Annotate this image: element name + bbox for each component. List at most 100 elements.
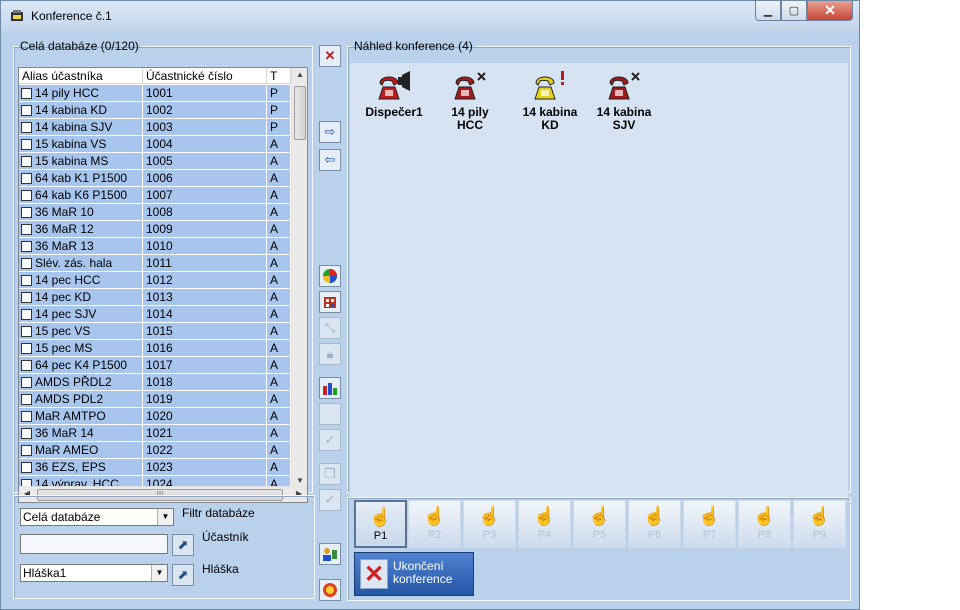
table-row[interactable]: 36 MaR 13 1010 A [19, 238, 295, 255]
column-number[interactable]: Účastnické číslo [143, 68, 267, 84]
preview-group-label: Náhled konference (4) [354, 39, 473, 53]
scroll-down-icon[interactable]: ▼ [292, 476, 307, 485]
preset-tab-p3[interactable]: ☝ P3 [463, 500, 516, 548]
table-row[interactable]: 15 pec MS 1016 A [19, 340, 295, 357]
row-alias-cell: 14 kabina KD [19, 102, 143, 118]
table-row[interactable]: 14 pec KD 1013 A [19, 289, 295, 306]
vertical-scroll-thumb[interactable] [294, 86, 306, 140]
row-checkbox[interactable] [21, 461, 32, 473]
conference-participant[interactable]: 14 kabina KD [510, 69, 590, 132]
expand-icon: ⤡ [324, 320, 336, 335]
row-checkbox[interactable] [21, 189, 32, 201]
participant-list[interactable]: Alias účastníka Účastnické číslo T I 14 … [18, 67, 308, 503]
participant-input[interactable] [20, 534, 168, 554]
row-checkbox[interactable] [21, 359, 32, 371]
preset-tab-p6[interactable]: ☝ P6 [628, 500, 681, 548]
conference-participant[interactable]: 14 pily HCC [430, 69, 510, 132]
row-checkbox[interactable] [21, 87, 32, 99]
table-row[interactable]: MaR AMEO 1022 A [19, 442, 295, 459]
table-row[interactable]: MaR AMTPO 1020 A [19, 408, 295, 425]
preset-tab-p1[interactable]: ☝ P1 [354, 500, 407, 548]
preset-tab-p5[interactable]: ☝ P5 [573, 500, 626, 548]
confirm-button[interactable]: ✓ [319, 429, 341, 451]
table-row[interactable]: 15 kabina MS 1005 A [19, 153, 295, 170]
add-to-conference-button[interactable]: ⇨ [319, 121, 341, 143]
blank-button[interactable] [319, 403, 341, 425]
row-checkbox[interactable] [21, 172, 32, 184]
table-row[interactable]: 64 kab K6 P1500 1007 A [19, 187, 295, 204]
conference-participant[interactable]: 14 kabina SJV [584, 69, 664, 132]
copy-button[interactable]: ❐ [319, 463, 341, 485]
end-conference-button[interactable]: ✕ Ukončení konference [354, 552, 474, 596]
table-row[interactable]: 14 pec SJV 1014 A [19, 306, 295, 323]
remove-from-conference-button[interactable]: ⇦ [319, 149, 341, 171]
minimize-button[interactable]: ▁ [755, 1, 781, 21]
preset-tab-p7[interactable]: ☝ P7 [683, 500, 736, 548]
scroll-up-icon[interactable]: ▲ [292, 70, 307, 79]
table-row[interactable]: 64 kab K1 P1500 1006 A [19, 170, 295, 187]
row-checkbox[interactable] [21, 444, 32, 456]
table-row[interactable]: 36 MaR 14 1021 A [19, 425, 295, 442]
row-alias-cell: Slév. zás. hala [19, 255, 143, 271]
table-row[interactable]: Slév. zás. hala 1011 A [19, 255, 295, 272]
table-row[interactable]: 15 pec VS 1015 A [19, 323, 295, 340]
row-checkbox[interactable] [21, 308, 32, 320]
chevron-down-icon[interactable]: ▼ [151, 565, 167, 581]
row-checkbox[interactable] [21, 274, 32, 286]
conference-participant[interactable]: Dispečer1 [354, 69, 434, 119]
row-checkbox[interactable] [21, 342, 32, 354]
row-checkbox[interactable] [21, 104, 32, 116]
close-button[interactable]: ✕ [807, 1, 853, 21]
participant-card-button[interactable] [319, 543, 341, 565]
table-row[interactable]: 36 MaR 10 1008 A [19, 204, 295, 221]
table-row[interactable]: 14 pec HCC 1012 A [19, 272, 295, 289]
row-checkbox[interactable] [21, 206, 32, 218]
table-row[interactable]: 14 kabina SJV 1003 P [19, 119, 295, 136]
row-checkbox[interactable] [21, 121, 32, 133]
row-checkbox[interactable] [21, 410, 32, 422]
row-number: 1016 [143, 340, 267, 356]
row-checkbox[interactable] [21, 240, 32, 252]
row-checkbox[interactable] [21, 376, 32, 388]
chevron-down-icon[interactable]: ▼ [157, 509, 173, 525]
row-checkbox[interactable] [21, 325, 32, 337]
table-row[interactable]: 36 EZS, EPS 1023 A [19, 459, 295, 476]
row-checkbox[interactable] [21, 427, 32, 439]
message-pick-button[interactable]: ⬈ [172, 564, 194, 586]
preset-tab-p8[interactable]: ☝ P8 [738, 500, 791, 548]
statistics-button[interactable] [319, 377, 341, 399]
lock-button[interactable]: 🔒︎ [319, 343, 341, 365]
color-wheel-button[interactable] [319, 265, 341, 287]
table-row[interactable]: AMDS PŘDL2 1018 A [19, 374, 295, 391]
column-alias[interactable]: Alias účastníka [19, 68, 143, 84]
table-row[interactable]: 15 kabina VS 1004 A [19, 136, 295, 153]
row-checkbox[interactable] [21, 257, 32, 269]
database-filter-select[interactable]: Celá databáze ▼ [20, 508, 174, 526]
column-type[interactable]: T [267, 68, 291, 84]
expand-button[interactable]: ⤡ [319, 317, 341, 339]
row-alias-cell: 15 pec MS [19, 340, 143, 356]
message-select[interactable]: Hláška1 ▼ [20, 564, 168, 582]
remove-all-button[interactable]: ✕ [319, 45, 341, 67]
end-conference-icon: ✕ [360, 559, 388, 589]
table-row[interactable]: 14 kabina KD 1002 P [19, 102, 295, 119]
row-checkbox[interactable] [21, 291, 32, 303]
row-checkbox[interactable] [21, 155, 32, 167]
table-row[interactable]: 64 pec K4 P1500 1017 A [19, 357, 295, 374]
preset-tab-p9[interactable]: ☝ P9 [793, 500, 846, 548]
preset-tab-p4[interactable]: ☝ P4 [518, 500, 571, 548]
alarm-button[interactable] [319, 579, 341, 601]
preset-tab-p2[interactable]: ☝ P2 [408, 500, 461, 548]
table-row[interactable]: AMDS PDL2 1019 A [19, 391, 295, 408]
confirm-copy-button[interactable]: ✓ [319, 489, 341, 511]
row-checkbox[interactable] [21, 393, 32, 405]
row-alias-cell: 64 pec K4 P1500 [19, 357, 143, 373]
table-row[interactable]: 36 MaR 12 1009 A [19, 221, 295, 238]
participant-pick-button[interactable]: ⬈ [172, 534, 194, 556]
row-checkbox[interactable] [21, 138, 32, 150]
table-row[interactable]: 14 pily HCC 1001 P [19, 85, 295, 102]
maximize-button[interactable]: ▢ [781, 1, 807, 21]
directory-button[interactable] [319, 291, 341, 313]
vertical-scrollbar[interactable]: ▲ ▼ [291, 68, 307, 487]
row-checkbox[interactable] [21, 223, 32, 235]
